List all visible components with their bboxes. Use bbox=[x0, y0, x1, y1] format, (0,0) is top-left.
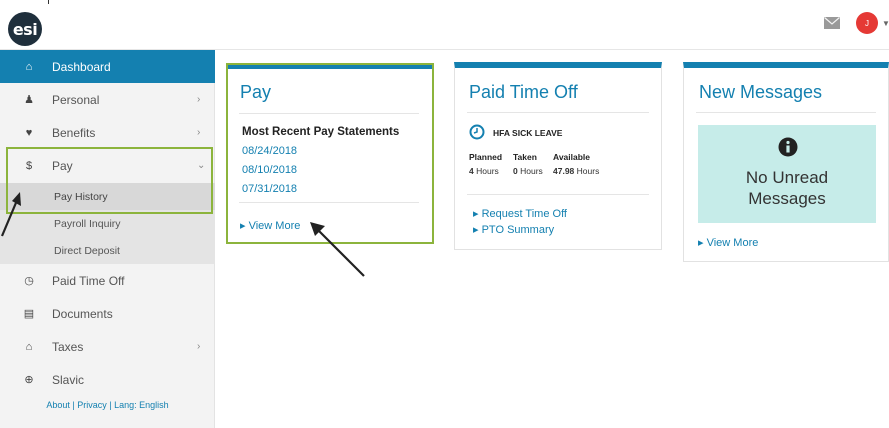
divider bbox=[467, 112, 649, 113]
pto-available-value: 47.98 Hours bbox=[553, 166, 599, 176]
dollar-icon: $ bbox=[25, 159, 33, 172]
link-label: Request Time Off bbox=[481, 208, 567, 220]
divider bbox=[239, 202, 419, 203]
sidebar-item-documents[interactable]: ▤ Documents bbox=[0, 297, 215, 330]
pto-planned-value: 4 Hours bbox=[469, 166, 499, 176]
unit: Hours bbox=[476, 166, 499, 176]
card-title: Pay bbox=[240, 82, 272, 102]
unit: Hours bbox=[576, 166, 600, 176]
pay-card: Pay Most Recent Pay Statements 08/24/201… bbox=[226, 63, 434, 244]
sidebar: ⌂ Dashboard ♟ Personal › ♥ Benefits › $ … bbox=[0, 50, 215, 428]
avatar-initial: J bbox=[865, 18, 869, 28]
sidebar-item-label: Taxes bbox=[52, 339, 84, 354]
leave-type-label: HFA SICK LEAVE bbox=[493, 128, 563, 138]
sidebar-item-label: Slavic bbox=[52, 372, 85, 387]
pto-taken-value: 0 Hours bbox=[513, 166, 543, 176]
link-label: View More bbox=[706, 237, 759, 249]
sidebar-item-taxes[interactable]: ⌂ Taxes › bbox=[0, 330, 215, 363]
card-title: Paid Time Off bbox=[469, 82, 578, 102]
pto-header-available: Available bbox=[553, 152, 591, 162]
link-label: PTO Summary bbox=[481, 224, 555, 236]
value: 47.98 bbox=[553, 166, 575, 176]
sidebar-item-label: Pay bbox=[52, 158, 73, 173]
clock-icon bbox=[469, 124, 485, 140]
sidebar-item-label: Dashboard bbox=[52, 59, 111, 74]
sidebar-subitem-payroll-inquiry[interactable]: Payroll Inquiry bbox=[0, 210, 215, 237]
subitem-label: Direct Deposit bbox=[54, 244, 120, 257]
empty-messages-text-line2: Messages bbox=[748, 189, 826, 208]
info-icon bbox=[778, 137, 798, 157]
sidebar-item-benefits[interactable]: ♥ Benefits › bbox=[0, 116, 215, 149]
chevron-right-icon: › bbox=[197, 127, 201, 138]
value: 0 bbox=[513, 166, 518, 176]
sidebar-subitem-pay-history[interactable]: Pay History bbox=[0, 183, 215, 210]
pto-header-taken: Taken bbox=[513, 152, 537, 162]
caret-right-icon: ▸ bbox=[698, 237, 704, 249]
sidebar-item-label: Personal bbox=[52, 92, 100, 107]
empty-messages-panel: No Unread Messages bbox=[698, 125, 876, 223]
divider bbox=[467, 194, 649, 195]
document-icon: ▤ bbox=[23, 308, 35, 320]
pto-summary-link[interactable]: ▸ PTO Summary bbox=[473, 223, 554, 236]
heart-icon: ♥ bbox=[25, 126, 33, 139]
divider bbox=[48, 0, 49, 4]
subitem-label: Pay History bbox=[54, 190, 108, 203]
sidebar-item-label: Documents bbox=[52, 306, 113, 321]
pay-view-more-link[interactable]: ▸ View More bbox=[240, 219, 300, 232]
sidebar-item-label: Benefits bbox=[52, 125, 96, 140]
caret-right-icon: ▸ bbox=[240, 220, 246, 232]
request-time-off-link[interactable]: ▸ Request Time Off bbox=[473, 207, 567, 220]
sidebar-subitem-direct-deposit[interactable]: Direct Deposit bbox=[0, 237, 215, 264]
messages-card: New Messages No Unread Messages ▸ View M… bbox=[683, 62, 889, 262]
unit: Hours bbox=[520, 166, 543, 176]
esi-logo[interactable]: esi bbox=[8, 12, 42, 46]
caret-right-icon: ▸ bbox=[473, 224, 479, 236]
person-icon: ♟ bbox=[24, 94, 34, 106]
divider bbox=[239, 113, 419, 114]
clock-icon: ◷ bbox=[24, 275, 34, 287]
empty-messages-text-line1: No Unread bbox=[745, 168, 829, 187]
caret-down-icon[interactable]: ▼ bbox=[882, 19, 889, 28]
top-bar: esi J ▼ bbox=[0, 0, 889, 50]
chevron-right-icon: › bbox=[197, 341, 201, 352]
pay-statements-heading: Most Recent Pay Statements bbox=[242, 126, 400, 138]
home-icon: ⌂ bbox=[25, 60, 33, 73]
pto-card: Paid Time Off HFA SICK LEAVE Planned Tak… bbox=[454, 62, 662, 250]
subitem-label: Payroll Inquiry bbox=[54, 217, 121, 230]
sidebar-item-paid-time-off[interactable]: ◷ Paid Time Off bbox=[0, 264, 215, 297]
messages-view-more-link[interactable]: ▸ View More bbox=[698, 236, 758, 249]
caret-right-icon: ▸ bbox=[473, 208, 479, 220]
globe-icon: ⊕ bbox=[24, 374, 34, 386]
sidebar-item-dashboard[interactable]: ⌂ Dashboard bbox=[0, 50, 215, 83]
user-avatar[interactable]: J bbox=[856, 12, 878, 34]
chevron-down-icon: ⌄ bbox=[197, 160, 206, 171]
logo-text: esi bbox=[12, 19, 38, 39]
pay-statement-link[interactable]: 07/31/2018 bbox=[242, 183, 297, 195]
sidebar-item-label: Paid Time Off bbox=[52, 273, 125, 288]
sidebar-footer-links[interactable]: About | Privacy | Lang: English bbox=[0, 400, 215, 410]
value: 4 bbox=[469, 166, 474, 176]
pto-header-planned: Planned bbox=[469, 152, 503, 162]
bank-icon: ⌂ bbox=[25, 340, 33, 353]
pay-statement-link[interactable]: 08/10/2018 bbox=[242, 164, 297, 176]
card-title: New Messages bbox=[699, 82, 823, 102]
mail-icon[interactable] bbox=[824, 17, 840, 29]
chevron-right-icon: › bbox=[197, 94, 201, 105]
divider bbox=[696, 112, 876, 113]
sidebar-item-slavic[interactable]: ⊕ Slavic bbox=[0, 363, 215, 396]
sidebar-item-pay[interactable]: $ Pay ⌄ bbox=[0, 149, 215, 182]
pay-statement-link[interactable]: 08/24/2018 bbox=[242, 145, 297, 157]
link-label: View More bbox=[248, 220, 301, 232]
sidebar-item-personal[interactable]: ♟ Personal › bbox=[0, 83, 215, 116]
